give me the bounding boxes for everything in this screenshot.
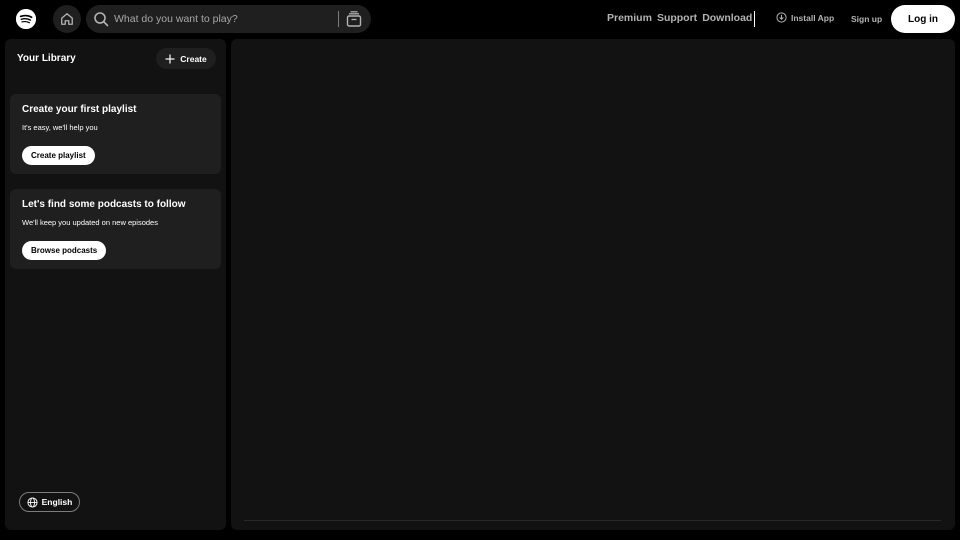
globe-icon (27, 496, 38, 508)
browse-icon[interactable] (345, 10, 363, 28)
premium-link[interactable]: Premium (607, 12, 652, 24)
search-bar[interactable] (86, 5, 371, 33)
browse-podcasts-button[interactable]: Browse podcasts (22, 241, 107, 260)
create-playlist-button[interactable]: Create playlist (22, 146, 95, 165)
card-title: Let's find some podcasts to follow (22, 199, 186, 210)
home-icon (61, 13, 73, 25)
install-app-label: Install App (791, 12, 835, 23)
library-title[interactable]: Your Library (17, 53, 76, 64)
search-icon (94, 12, 109, 27)
main-divider (244, 520, 941, 521)
plus-icon (165, 54, 175, 63)
top-bar: Premium Support Download Install App Sig… (0, 0, 960, 38)
download-link[interactable]: Download (702, 12, 752, 24)
create-button[interactable]: Create (156, 48, 216, 69)
card-title: Create your first playlist (22, 104, 137, 115)
login-button[interactable]: Log in (891, 5, 955, 33)
search-input[interactable] (114, 9, 334, 29)
spotify-logo-icon[interactable] (16, 9, 36, 29)
language-button[interactable]: English (19, 492, 80, 512)
top-nav: Premium Support Download (607, 12, 752, 24)
support-link[interactable]: Support (657, 12, 697, 24)
search-divider (338, 11, 339, 27)
signup-button[interactable]: Sign up (851, 14, 882, 24)
nav-divider (754, 11, 755, 27)
create-label: Create (180, 53, 207, 64)
create-playlist-card: Create your first playlist It's easy, we… (10, 94, 221, 174)
card-subtitle: It's easy, we'll help you (22, 123, 98, 132)
card-subtitle: We'll keep you updated on new episodes (22, 218, 158, 227)
library-sidebar: Your Library Create Create your first pl… (5, 39, 226, 530)
main-content (231, 39, 955, 530)
download-circle-icon (776, 12, 787, 23)
browse-podcasts-card: Let's find some podcasts to follow We'll… (10, 189, 221, 269)
language-label: English (41, 497, 73, 507)
install-app-button[interactable]: Install App (776, 12, 834, 23)
home-button[interactable] (53, 5, 81, 33)
